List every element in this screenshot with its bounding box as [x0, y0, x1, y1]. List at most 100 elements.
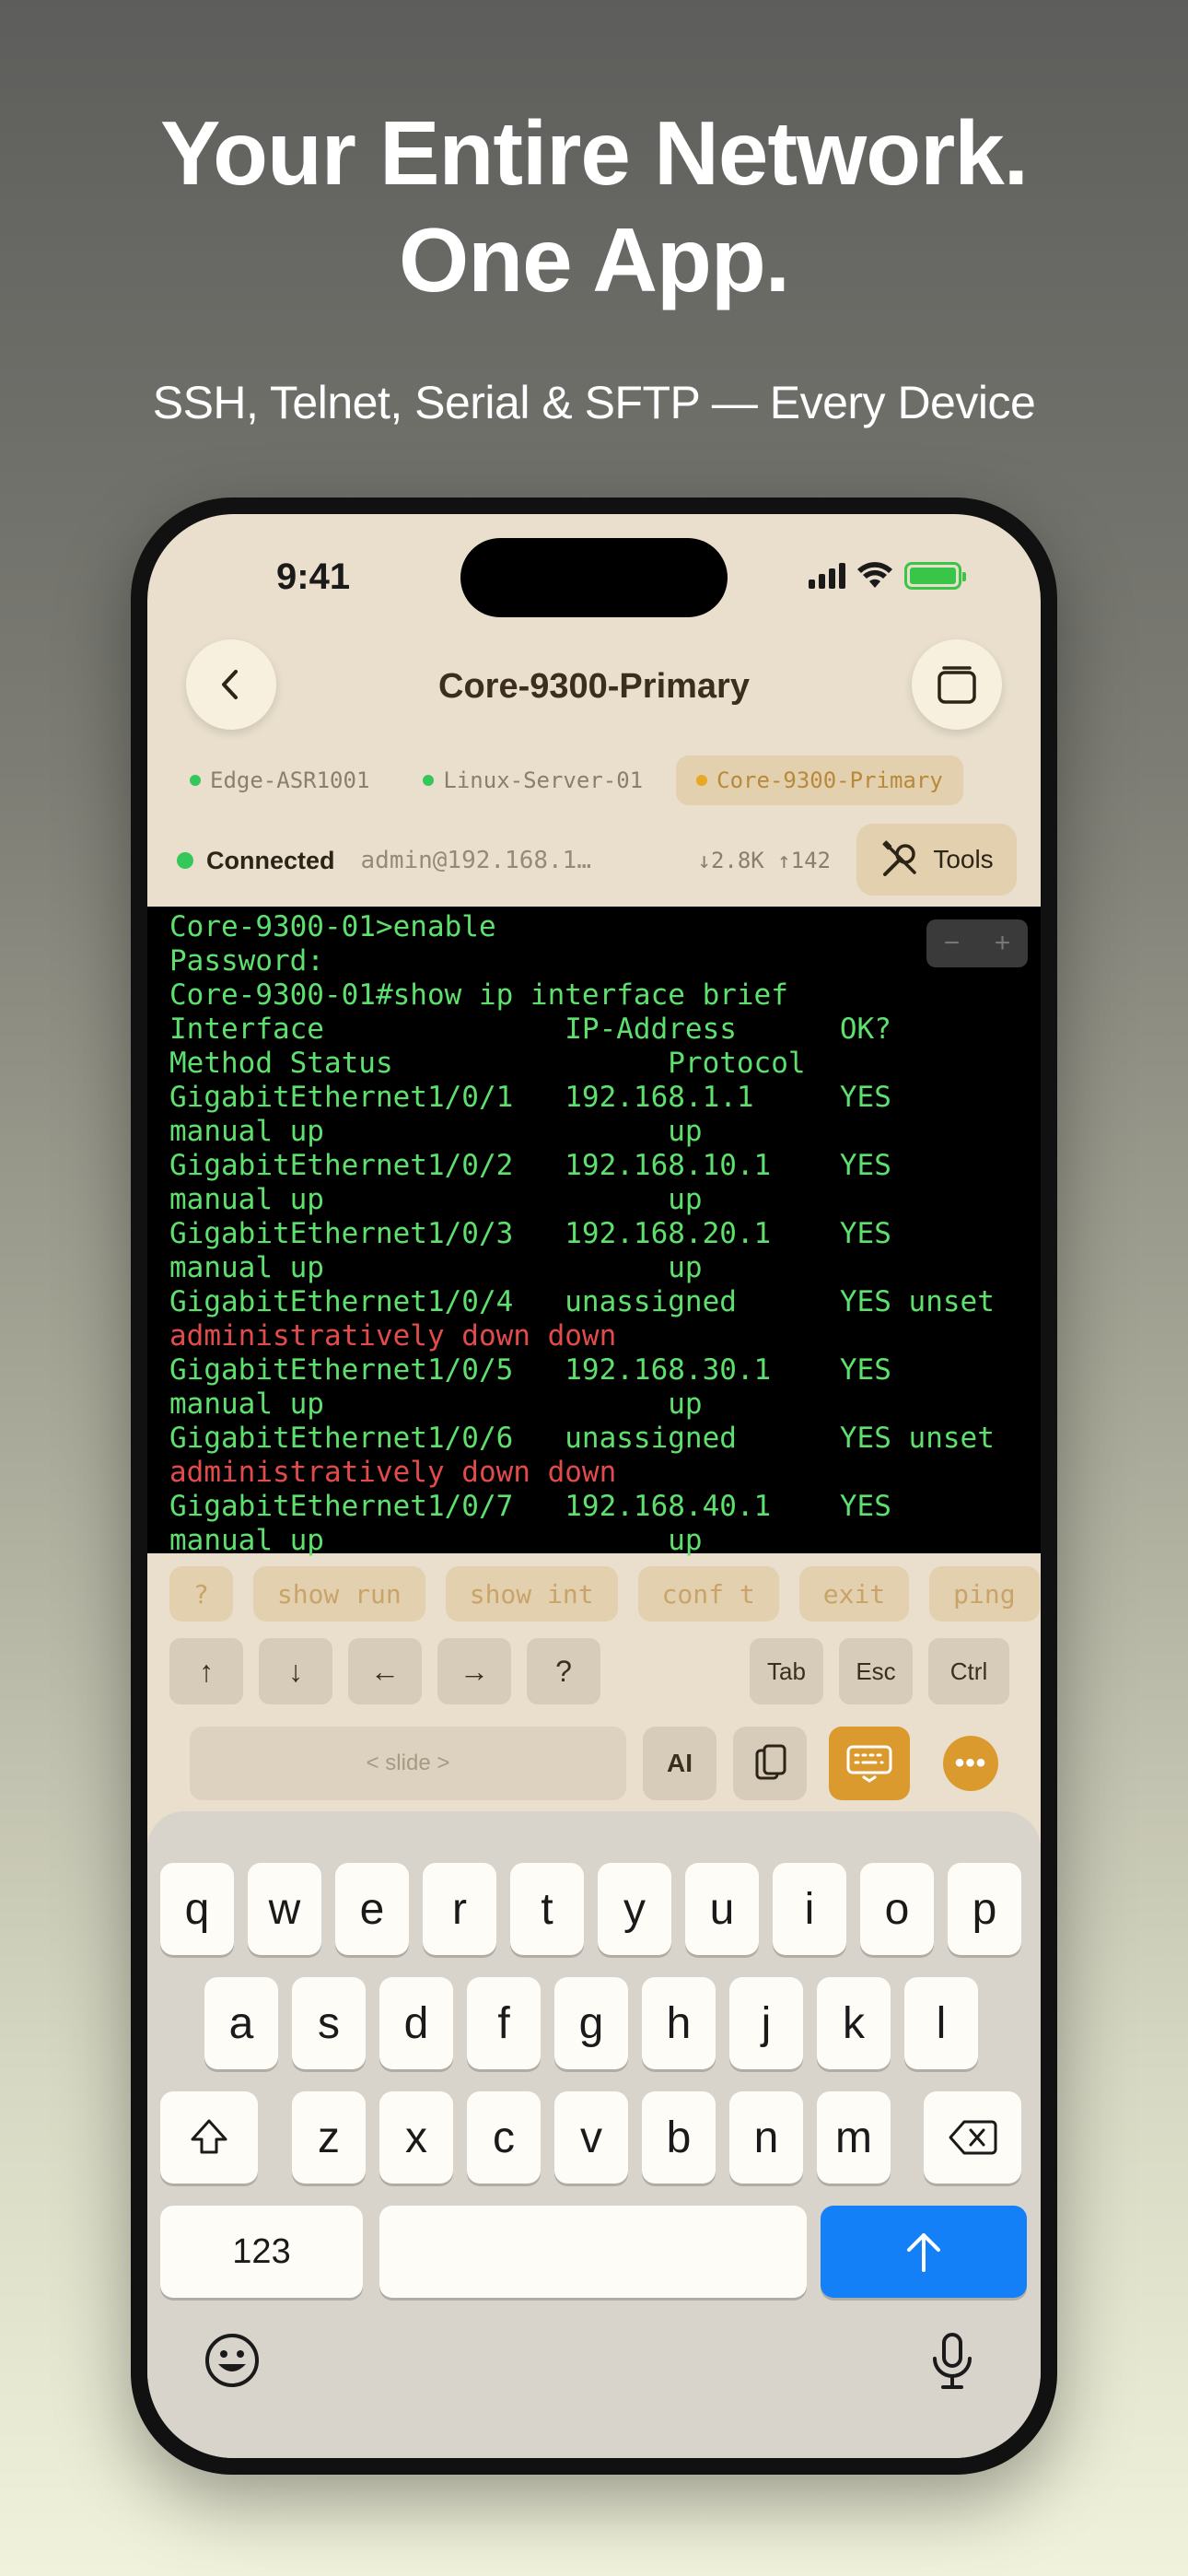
tab-label: Linux-Server-01 [443, 767, 644, 793]
shift-key[interactable] [160, 2091, 258, 2184]
return-key[interactable] [821, 2206, 1027, 2298]
promo-headline: Your Entire Network. One App. [0, 100, 1188, 313]
key-d[interactable]: d [379, 1977, 453, 2069]
terminal-line: Core-9300-01>enable [169, 910, 496, 943]
key-q[interactable]: q [160, 1863, 234, 1955]
quick-command-ping[interactable]: ping [929, 1566, 1040, 1622]
traffic-counter: ↓2.8K ↑142 [698, 848, 832, 873]
zoom-in-button[interactable]: + [995, 928, 1011, 959]
key-i[interactable]: i [773, 1863, 846, 1955]
wrench-screwdriver-icon [882, 840, 917, 876]
quick-command-show-int[interactable]: show int [445, 1566, 618, 1622]
status-time: 9:41 [276, 556, 351, 597]
terminal-line: Interface IP-Address OK? [169, 1013, 891, 1046]
key-x[interactable]: x [379, 2091, 453, 2184]
more-button[interactable]: ••• [943, 1736, 998, 1791]
quick-command-exit[interactable]: exit [798, 1566, 910, 1622]
battery-icon [904, 562, 966, 590]
terminal-line: manual up up [169, 1251, 703, 1284]
cellular-signal-icon [809, 563, 845, 589]
system-keyboard: q w e r t y u i o p a s d f g h j k l z [147, 1811, 1041, 2458]
terminal-line: Password: [169, 944, 324, 978]
tab-linux-server-01[interactable]: Linux-Server-01 [402, 755, 663, 805]
key-a[interactable]: a [204, 1977, 278, 2069]
key-g[interactable]: g [554, 1977, 628, 2069]
key-v[interactable]: v [554, 2091, 628, 2184]
connection-host: admin@192.168.1… [360, 847, 591, 874]
terminal-toolbar: < slide > AI ••• [147, 1721, 1041, 1804]
arrow-up-key[interactable]: ↑ [169, 1638, 243, 1704]
clipboard-icon [755, 1744, 786, 1780]
quick-command-help[interactable]: ? [169, 1566, 233, 1622]
quick-command-show-run[interactable]: show run [252, 1566, 425, 1622]
terminal-line: manual up up [169, 1388, 703, 1421]
promo-subheadline: SSH, Telnet, Serial & SFTP — Every Devic… [152, 377, 1036, 428]
shift-arrow-icon [191, 2119, 227, 2154]
tab-key[interactable]: Tab [750, 1638, 823, 1704]
wifi-icon [857, 562, 892, 588]
key-j[interactable]: j [729, 1977, 803, 2069]
terminal-line: manual up up [169, 1115, 703, 1148]
key-w[interactable]: w [248, 1863, 321, 1955]
connection-status: Connected [206, 846, 335, 874]
terminal-line: GigabitEthernet1/0/7 192.168.40.1 YES [169, 1490, 891, 1523]
tools-button[interactable]: Tools [856, 824, 1017, 896]
key-h[interactable]: h [642, 1977, 716, 2069]
quick-command-conf-t[interactable]: conf t [637, 1566, 779, 1622]
tab-edge-asr1001[interactable]: Edge-ASR1001 [169, 755, 390, 805]
special-keys-row: ↑ ↓ ← → ? Tab Esc Ctrl [169, 1638, 1019, 1704]
key-f[interactable]: f [467, 1977, 541, 2069]
terminal-line: GigabitEthernet1/0/4 unassigned YES unse… [169, 1285, 995, 1318]
numbers-key[interactable]: 123 [160, 2206, 363, 2298]
terminal-line: manual up up [169, 1524, 703, 1557]
key-r[interactable]: r [423, 1863, 496, 1955]
stacked-windows-icon [938, 666, 976, 704]
key-s[interactable]: s [292, 1977, 366, 2069]
arrow-right-key[interactable]: → [437, 1638, 511, 1704]
key-u[interactable]: u [685, 1863, 759, 1955]
arrow-down-key[interactable]: ↓ [259, 1638, 332, 1704]
connection-bar: Connected admin@192.168.1… ↓2.8K ↑142 To… [177, 824, 1017, 897]
key-z[interactable]: z [292, 2091, 366, 2184]
key-e[interactable]: e [335, 1863, 409, 1955]
dictation-button[interactable] [926, 2331, 978, 2396]
ai-button[interactable]: AI [643, 1727, 716, 1800]
esc-key[interactable]: Esc [839, 1638, 913, 1704]
tools-label: Tools [933, 845, 994, 873]
key-n[interactable]: n [729, 2091, 803, 2184]
space-key[interactable] [379, 2206, 807, 2298]
tab-core-9300-primary[interactable]: Core-9300-Primary [676, 755, 963, 805]
zoom-out-button[interactable]: − [944, 928, 961, 959]
help-key[interactable]: ? [527, 1638, 600, 1704]
ctrl-key[interactable]: Ctrl [928, 1638, 1009, 1704]
terminal-output[interactable]: Core-9300-01>enable Password: Core-9300-01… [147, 907, 1041, 1557]
session-tabs: Edge-ASR1001 Linux-Server-01 Core-9300-P… [169, 755, 963, 805]
status-dot-icon [423, 775, 435, 786]
connected-dot-icon [177, 852, 193, 869]
key-o[interactable]: o [860, 1863, 934, 1955]
paste-button[interactable] [733, 1727, 807, 1800]
key-c[interactable]: c [467, 2091, 541, 2184]
arrow-left-key[interactable]: ← [348, 1638, 422, 1704]
key-l[interactable]: l [904, 1977, 978, 2069]
key-m[interactable]: m [817, 2091, 891, 2184]
key-t[interactable]: t [510, 1863, 584, 1955]
key-k[interactable]: k [817, 1977, 891, 2069]
terminal-line: manual up up [169, 1183, 703, 1216]
emoji-button[interactable] [203, 2331, 262, 2395]
terminal-line: GigabitEthernet1/0/1 192.168.1.1 YES [169, 1081, 891, 1114]
terminal-line: Core-9300-01#show ip interface brief [169, 978, 788, 1012]
key-y[interactable]: y [598, 1863, 671, 1955]
terminal-line: GigabitEthernet1/0/2 192.168.10.1 YES [169, 1149, 891, 1182]
terminal-line: GigabitEthernet1/0/5 192.168.30.1 YES [169, 1353, 891, 1387]
emoji-icon [205, 2334, 259, 2387]
headline-line-2: One App. [399, 209, 790, 310]
page-title: Core-9300-Primary [438, 667, 750, 706]
key-p[interactable]: p [948, 1863, 1021, 1955]
sessions-button[interactable] [912, 639, 1002, 730]
keyboard-toggle-button[interactable] [829, 1727, 910, 1800]
microphone-icon [933, 2333, 972, 2389]
key-b[interactable]: b [642, 2091, 716, 2184]
slide-scrubber[interactable]: < slide > [190, 1727, 626, 1800]
backspace-key[interactable] [924, 2091, 1021, 2184]
